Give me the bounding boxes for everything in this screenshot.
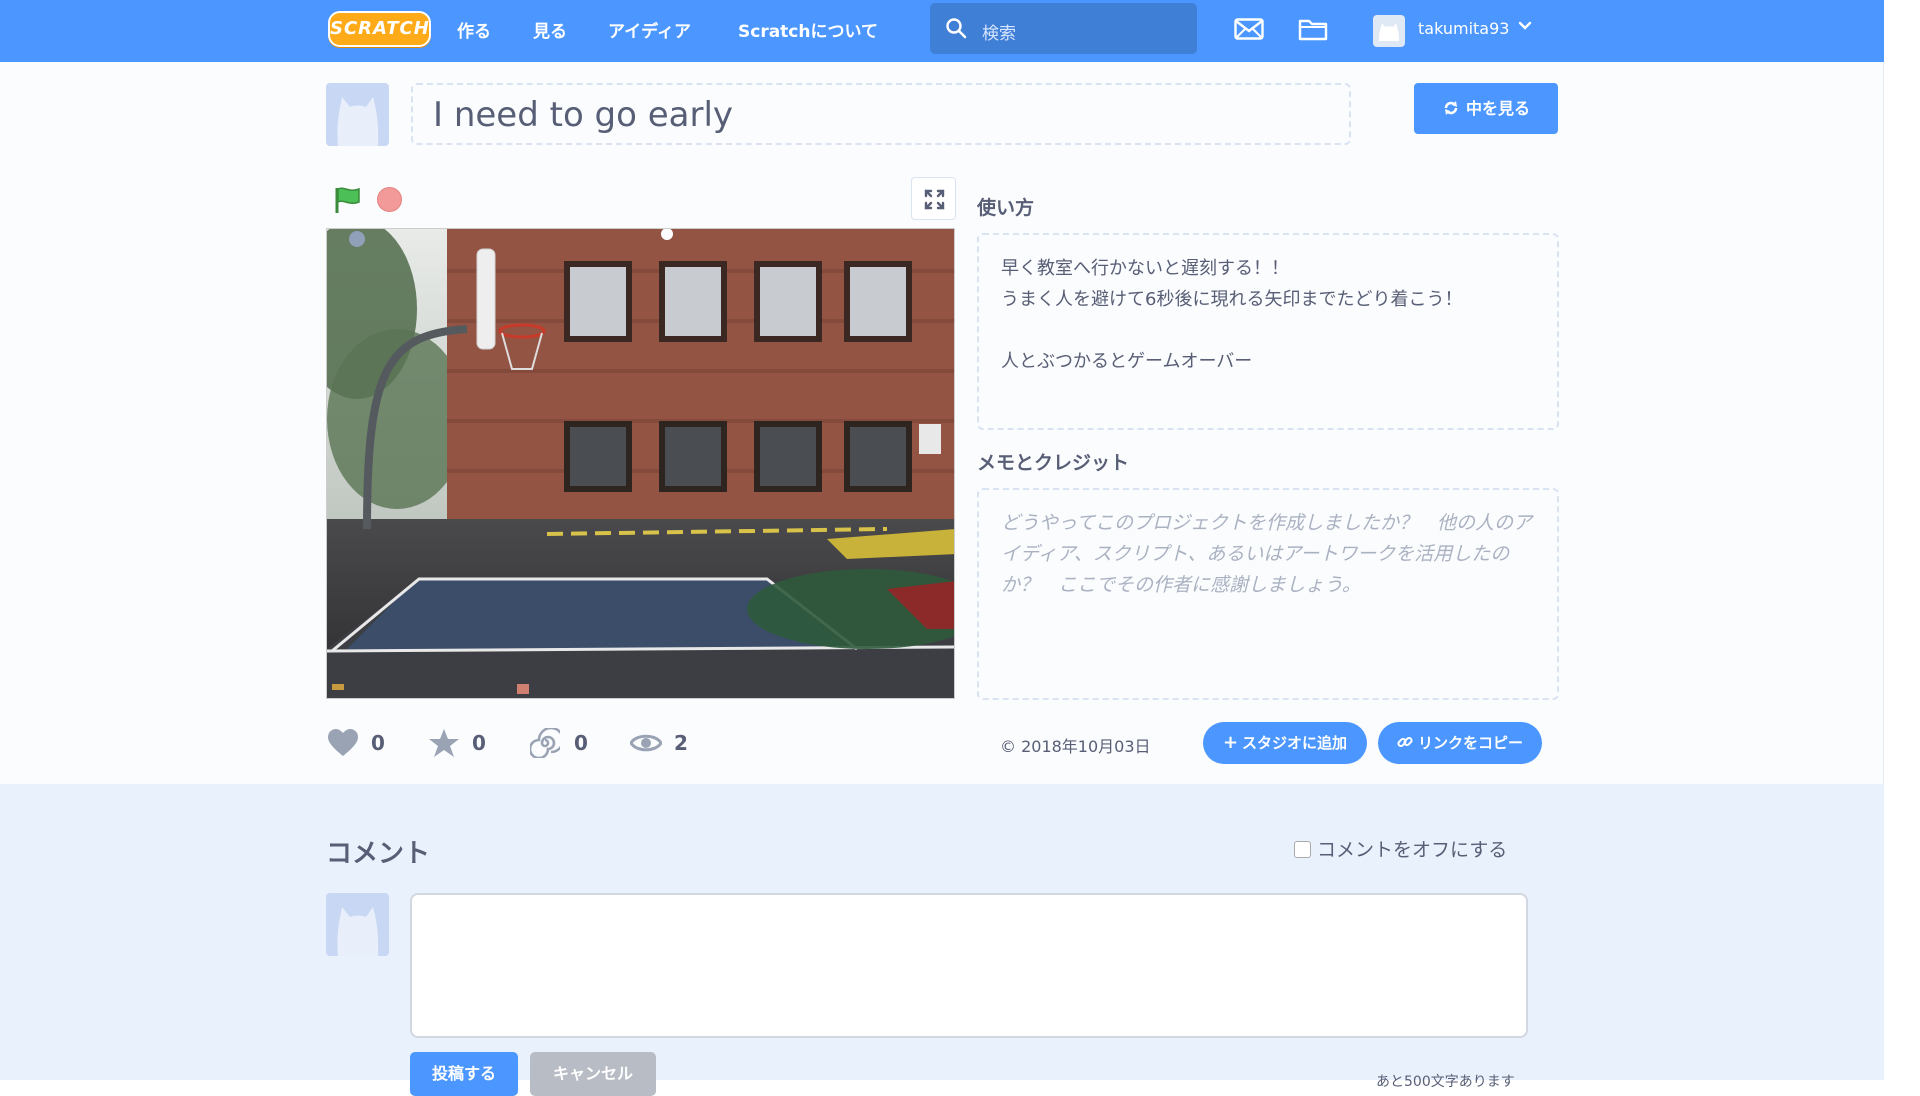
remix-count-value: 0 (574, 731, 588, 755)
fullscreen-icon (924, 189, 945, 210)
eye-icon (630, 734, 662, 752)
share-date: © 2018年10月03日 (1000, 737, 1151, 756)
see-inside-label: 中を見る (1465, 99, 1530, 118)
post-comment-button[interactable]: 投稿する (410, 1052, 518, 1096)
top-nav: SCRATCH 作る 見る アイディア Scratchについて 検索 takum… (0, 0, 1884, 62)
love-count-value: 0 (371, 731, 385, 755)
my-stuff-folder-icon[interactable] (1298, 16, 1328, 42)
characters-remaining: あと500文字あります (1376, 1074, 1515, 1090)
messages-icon[interactable] (1234, 18, 1264, 40)
instructions-text[interactable]: 早く教室へ行かないと遅刻する！！ うまく人を避けて6秒後に現れる矢印までたどり着… (977, 233, 1559, 430)
cat-avatar-icon (337, 97, 379, 146)
cancel-comment-button[interactable]: キャンセル (530, 1052, 656, 1096)
nav-create[interactable]: 作る (457, 17, 491, 42)
remix-spiral-icon (530, 728, 560, 758)
nav-about[interactable]: Scratchについて (738, 17, 878, 42)
add-to-studio-button[interactable]: + スタジオに追加 (1203, 722, 1367, 764)
turn-off-comments-label: コメントをオフにする (1317, 839, 1508, 861)
cat-avatar-icon (1379, 23, 1399, 41)
search-input[interactable]: 検索 (982, 19, 1016, 44)
project-title-input[interactable]: I need to go early (411, 83, 1351, 145)
commenter-avatar (326, 893, 389, 956)
project-owner-avatar[interactable] (326, 83, 389, 146)
see-inside-button[interactable]: 中を見る (1414, 83, 1558, 134)
fullscreen-button[interactable] (911, 177, 956, 220)
nav-explore[interactable]: 見る (533, 17, 567, 42)
username[interactable]: takumita93 (1418, 19, 1509, 38)
view-count-value: 2 (674, 731, 688, 755)
comment-textarea[interactable] (410, 893, 1528, 1038)
copy-link-button[interactable]: リンクをコピー (1378, 722, 1542, 764)
star-icon (429, 729, 459, 757)
cat-avatar-icon (337, 907, 379, 956)
nav-ideas[interactable]: アイディア (608, 17, 691, 42)
add-to-studio-label: スタジオに追加 (1242, 734, 1348, 752)
project-stage[interactable] (326, 228, 955, 699)
search-box[interactable]: 検索 (930, 3, 1197, 54)
user-avatar[interactable] (1373, 15, 1405, 47)
search-icon (946, 18, 967, 39)
turn-off-comments-checkbox[interactable] (1294, 841, 1311, 858)
comments-heading: コメント (326, 839, 431, 869)
green-flag-icon[interactable] (333, 186, 361, 214)
page: SCRATCH 作る 見る アイディア Scratchについて 検索 takum… (0, 0, 1884, 1096)
link-icon (1397, 736, 1413, 748)
stop-icon[interactable] (377, 187, 402, 212)
remix-arrows-icon (1444, 101, 1458, 115)
scratch-logo[interactable]: SCRATCH (328, 11, 431, 47)
chevron-down-icon[interactable] (1518, 21, 1532, 31)
copy-link-label: リンクをコピー (1417, 734, 1523, 752)
notes-credits-input[interactable]: どうやってこのプロジェクトを作成しましたか？ 他の人のアイディア、スクリプト、あ… (977, 488, 1559, 700)
favorite-count-value: 0 (472, 731, 486, 755)
stage-backdrop-image (327, 229, 954, 698)
turn-off-comments-toggle[interactable]: コメントをオフにする (1294, 835, 1507, 862)
heart-icon (328, 729, 358, 756)
notes-heading: メモとクレジット (977, 452, 1130, 474)
instructions-heading: 使い方 (977, 197, 1035, 219)
plus-icon: + (1222, 732, 1239, 753)
